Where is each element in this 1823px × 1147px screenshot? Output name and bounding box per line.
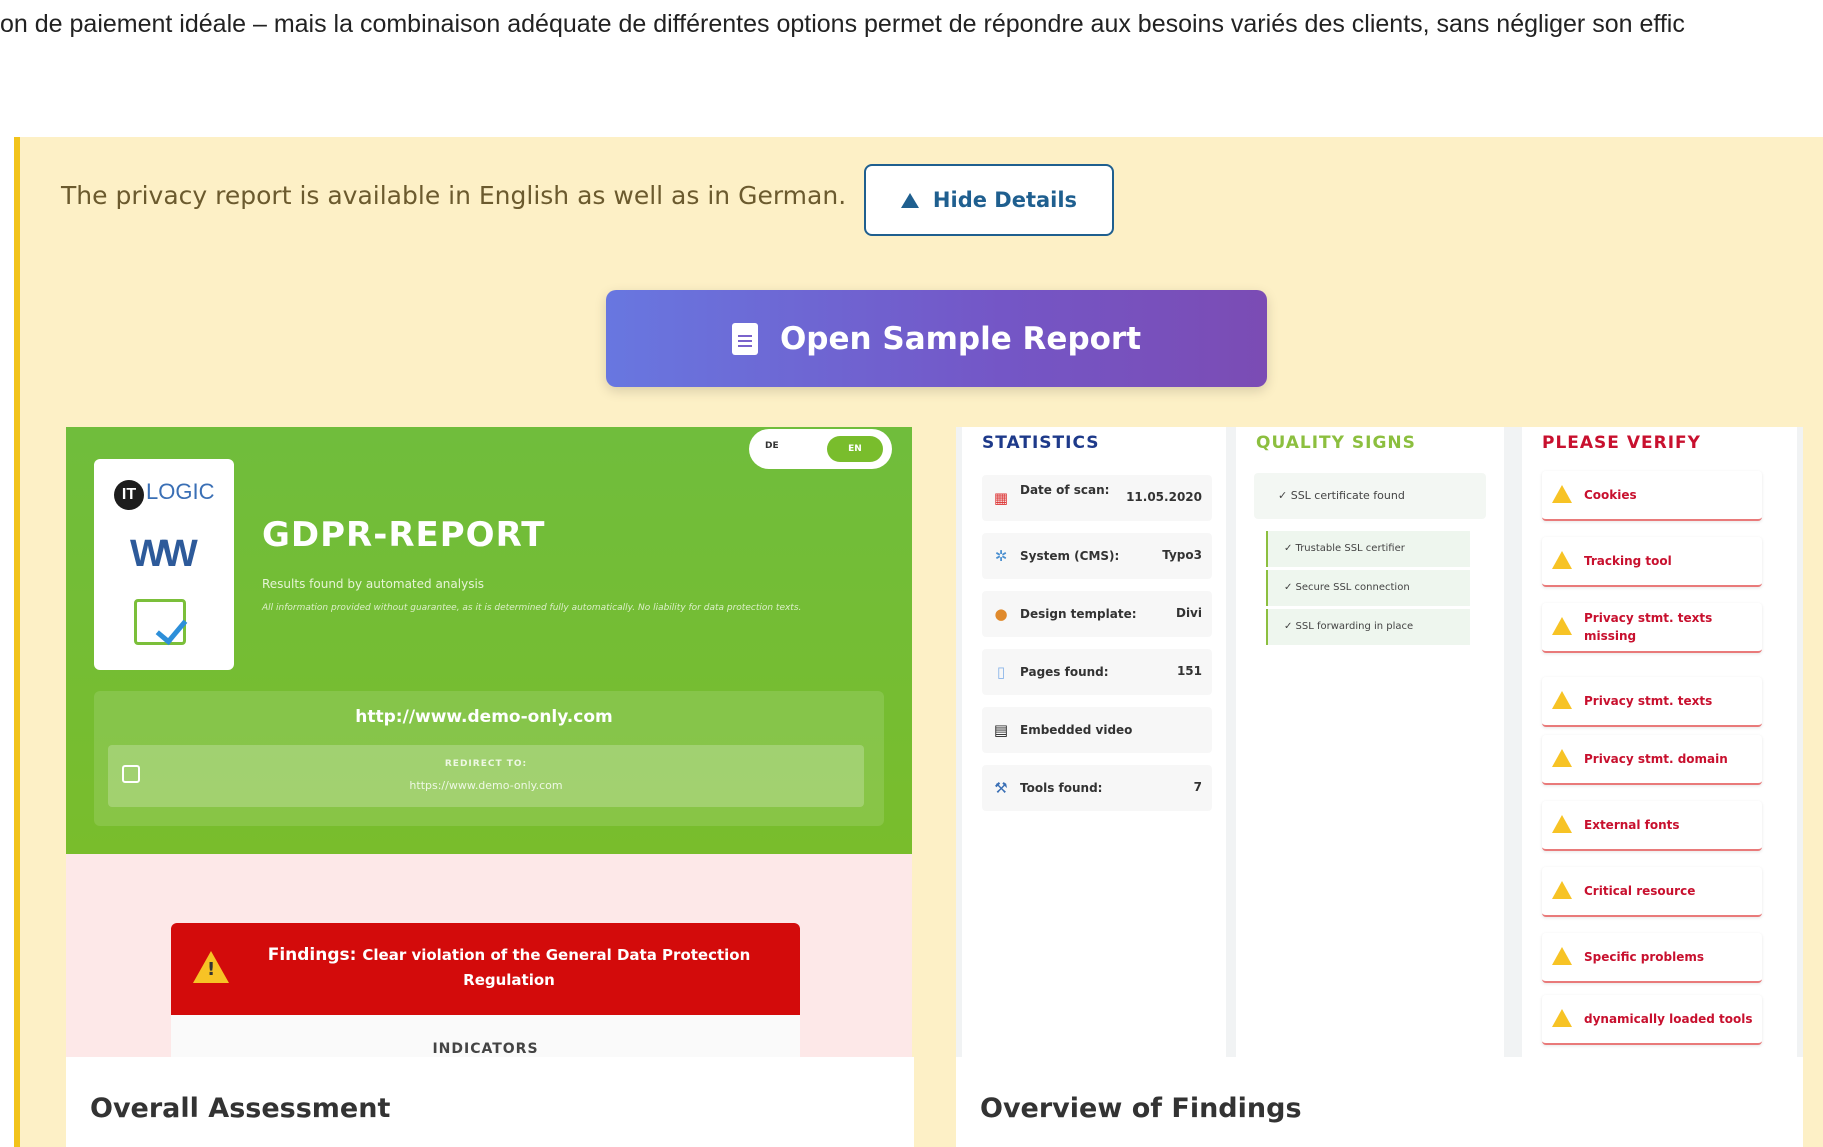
verify-item: Privacy stmt. texts missing bbox=[1542, 603, 1762, 653]
language-switch[interactable]: DE EN bbox=[749, 429, 892, 469]
verify-item: Specific problems bbox=[1542, 933, 1762, 983]
calendar-icon: ▦ bbox=[993, 489, 1009, 507]
itlogic-logo: IT LOGIC bbox=[114, 479, 214, 510]
film-icon: ▤ bbox=[993, 721, 1009, 739]
triangle-up-icon bbox=[900, 192, 919, 208]
quality-item: ✓ SSL certificate found bbox=[1254, 473, 1486, 519]
verify-item: Privacy stmt. domain bbox=[1542, 735, 1762, 785]
stat-row: ▯ Pages found: 151 bbox=[982, 649, 1212, 695]
certified-badge-icon bbox=[134, 599, 186, 645]
stat-row: ● Design template: Divi bbox=[982, 591, 1212, 637]
stat-row: ✲ System (CMS): Typo3 bbox=[982, 533, 1212, 579]
warning-icon bbox=[1552, 1009, 1572, 1027]
document-icon bbox=[731, 322, 758, 355]
wrench-icon: ⚒ bbox=[994, 779, 1008, 797]
open-sample-report-label: Open Sample Report bbox=[779, 320, 1142, 357]
report-title: GDPR-REPORT bbox=[262, 515, 546, 555]
indicators-label: INDICATORS bbox=[432, 1041, 539, 1057]
overall-assessment-title: Overall Assessment bbox=[66, 1057, 914, 1147]
findings-text: Findings: Clear violation of the General… bbox=[267, 945, 751, 989]
please-verify-column: PLEASE VERIFY Cookies Tracking tool Priv… bbox=[1522, 427, 1797, 1057]
gdpr-report-preview[interactable]: IT LOGIC WW DE EN GDPR-REPORT Results fou… bbox=[66, 427, 912, 1147]
lang-de-option[interactable]: DE bbox=[765, 441, 779, 451]
privacy-availability-text: The privacy report is available in Engli… bbox=[61, 181, 847, 210]
warning-icon bbox=[1552, 947, 1572, 965]
stat-row: ▤ Embedded video bbox=[982, 707, 1212, 753]
logo-card: IT LOGIC WW bbox=[94, 459, 234, 670]
redirect-label: REDIRECT TO: bbox=[444, 759, 528, 769]
lang-en-option[interactable]: EN bbox=[827, 436, 883, 462]
warning-icon bbox=[1552, 485, 1572, 503]
scanned-url-box: http://www.demo-only.com REDIRECT TO: ht… bbox=[94, 691, 884, 826]
warning-icon bbox=[193, 951, 229, 983]
warning-icon bbox=[1552, 617, 1572, 635]
gear-icon: ✲ bbox=[994, 547, 1008, 565]
quality-title: QUALITY SIGNS bbox=[1256, 433, 1416, 453]
warning-icon bbox=[1552, 691, 1572, 709]
verify-item: External fonts bbox=[1542, 801, 1762, 851]
verify-item: Critical resource bbox=[1542, 867, 1762, 917]
statistics-title: STATISTICS bbox=[982, 433, 1100, 453]
overview-of-findings-title: Overview of Findings bbox=[956, 1057, 1803, 1147]
verify-item: Privacy stmt. texts bbox=[1542, 677, 1762, 727]
open-sample-report-button[interactable]: Open Sample Report bbox=[606, 290, 1267, 387]
hide-details-button[interactable]: Hide Details bbox=[864, 164, 1114, 236]
page-icon: ▯ bbox=[996, 663, 1006, 681]
findings-overview-preview[interactable]: STATISTICS ▦ Date of scan: 11.05.2020 ✲ … bbox=[956, 427, 1803, 1147]
verify-item: Cookies bbox=[1542, 471, 1762, 521]
warning-icon bbox=[1552, 815, 1572, 833]
intro-paragraph: on de paiement idéale – mais la combinai… bbox=[0, 10, 1685, 38]
statistics-column: STATISTICS ▦ Date of scan: 11.05.2020 ✲ … bbox=[962, 427, 1226, 1057]
scanned-url: http://www.demo-only.com bbox=[355, 707, 613, 727]
findings-banner: Findings: Clear violation of the General… bbox=[171, 923, 800, 1015]
wwschutz-logo: WW bbox=[130, 533, 198, 575]
verify-item: Tracking tool bbox=[1542, 537, 1762, 587]
quality-subitem: ✓ Trustable SSL certifier bbox=[1266, 531, 1470, 567]
stat-row: ▦ Date of scan: 11.05.2020 bbox=[982, 475, 1212, 521]
report-disclaimer: All information provided without guarant… bbox=[262, 603, 802, 613]
redirect-url: https://www.demo-only.com bbox=[409, 779, 563, 792]
palette-icon: ● bbox=[994, 605, 1008, 623]
quality-signs-column: QUALITY SIGNS ✓ SSL certificate found ✓ … bbox=[1236, 427, 1504, 1057]
verify-item: dynamically loaded tools bbox=[1542, 995, 1762, 1045]
quality-subitem: ✓ Secure SSL connection bbox=[1266, 570, 1470, 606]
warning-icon bbox=[1552, 551, 1572, 569]
redirect-box: REDIRECT TO: https://www.demo-only.com bbox=[108, 745, 864, 807]
warning-icon bbox=[1552, 749, 1572, 767]
privacy-report-panel: The privacy report is available in Engli… bbox=[14, 137, 1823, 1147]
report-subtitle: Results found by automated analysis bbox=[262, 577, 485, 591]
hide-details-label: Hide Details bbox=[932, 188, 1078, 212]
warning-icon bbox=[1552, 881, 1572, 899]
verify-title: PLEASE VERIFY bbox=[1542, 433, 1701, 453]
report-header: IT LOGIC WW DE EN GDPR-REPORT Results fou… bbox=[66, 427, 912, 854]
stat-row: ⚒ Tools found: 7 bbox=[982, 765, 1212, 811]
quality-subitem: ✓ SSL forwarding in place bbox=[1266, 609, 1470, 645]
